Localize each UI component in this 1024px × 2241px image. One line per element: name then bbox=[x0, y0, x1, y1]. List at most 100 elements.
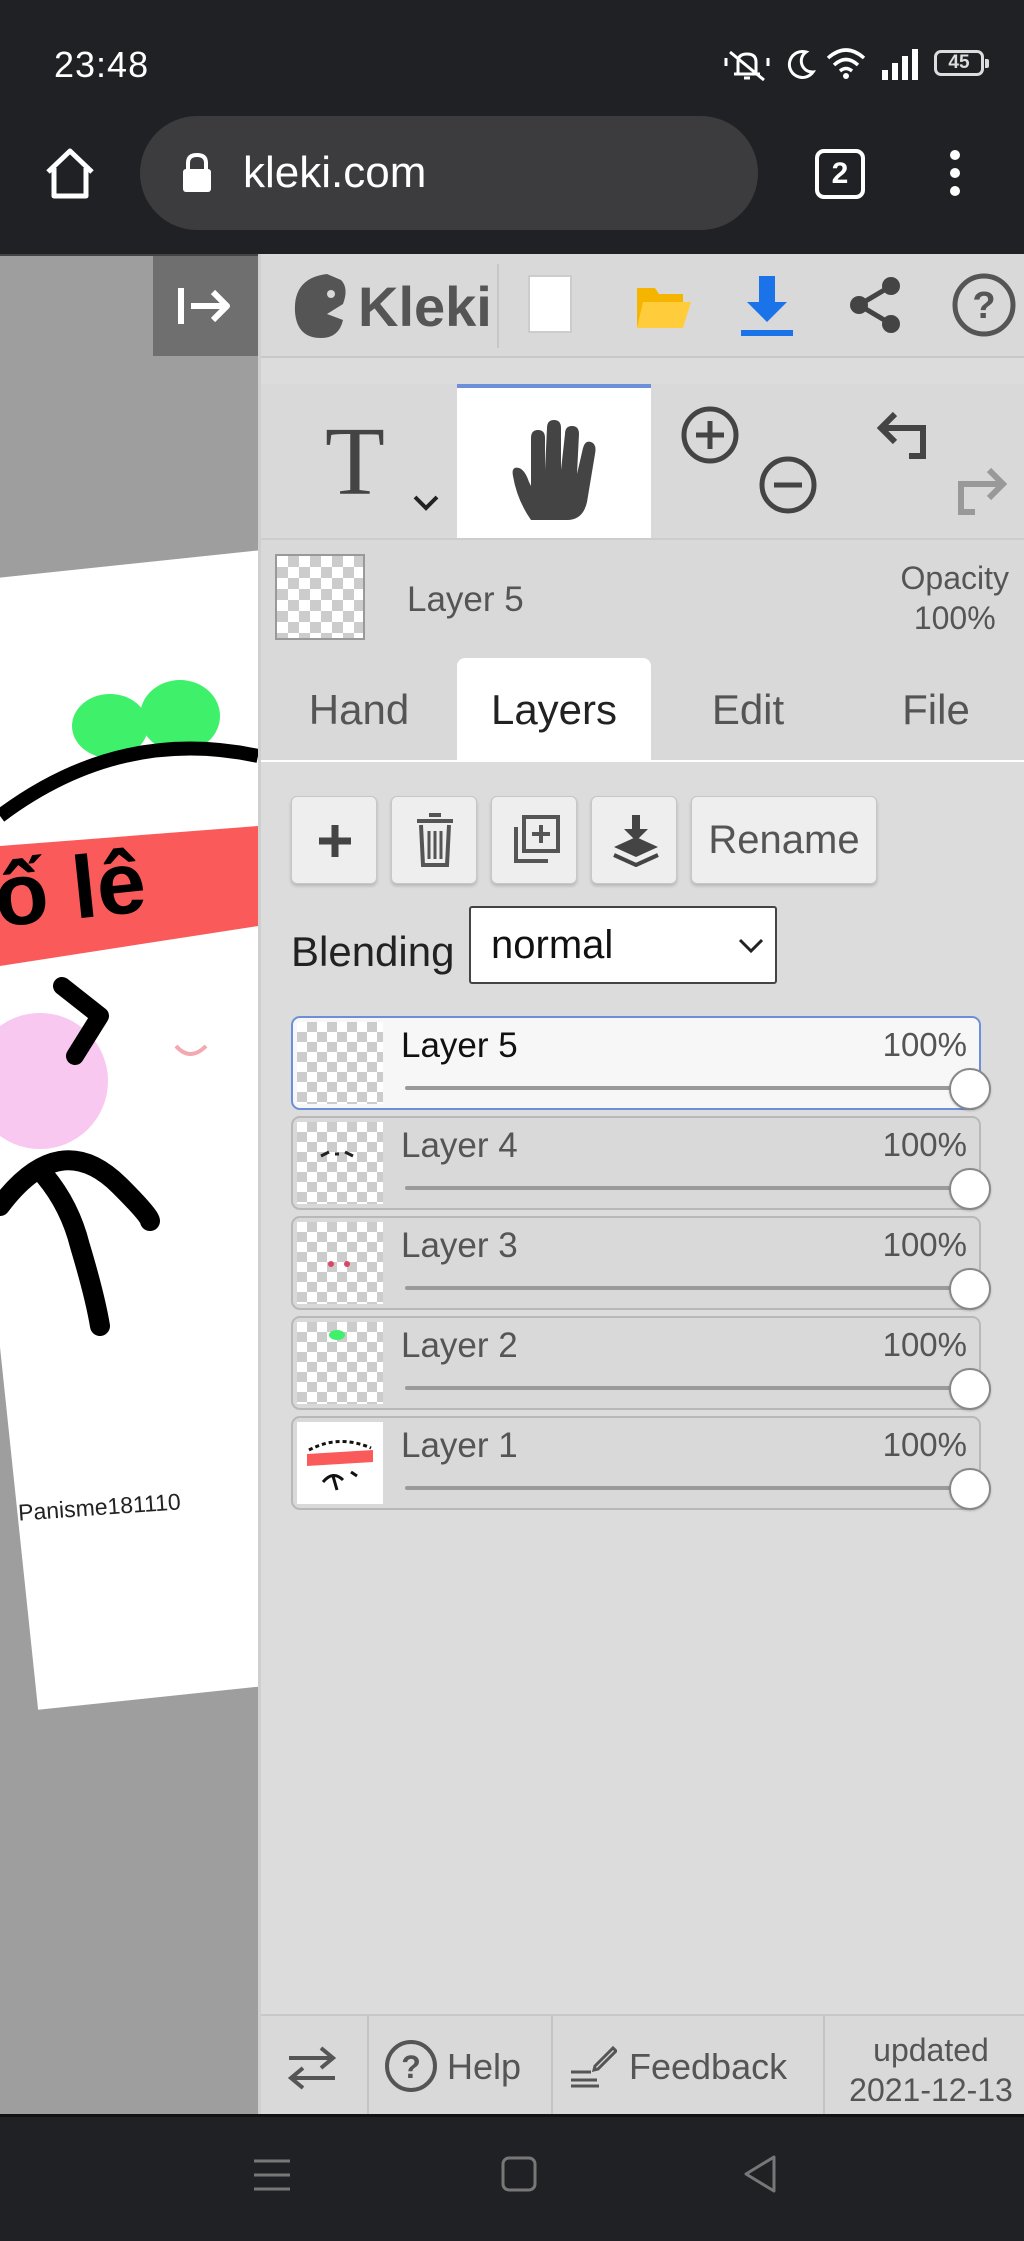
merge-down-icon bbox=[613, 815, 659, 867]
layer-opacity-knob[interactable] bbox=[949, 1368, 991, 1410]
blending-label: Blending bbox=[291, 928, 455, 975]
layer-opacity-slider[interactable] bbox=[405, 1386, 965, 1390]
tab-file[interactable]: File bbox=[845, 658, 1024, 762]
url-text[interactable]: kleki.com bbox=[243, 148, 426, 198]
active-layer-name: Layer 5 bbox=[407, 580, 524, 619]
layer-opacity: 100% bbox=[882, 1326, 967, 1363]
blending-select[interactable]: normal bbox=[469, 906, 777, 984]
drawing-canvas[interactable]: ố lê Panisme181110 bbox=[0, 254, 258, 2114]
duplicate-layer-button[interactable] bbox=[491, 796, 577, 884]
share-icon[interactable] bbox=[845, 274, 905, 336]
layer-name: Layer 2 bbox=[401, 1326, 518, 1365]
app-header: Kleki ? bbox=[261, 254, 1024, 358]
svg-text:?: ? bbox=[972, 285, 995, 327]
hand-tool-button[interactable] bbox=[457, 384, 651, 538]
undo-icon[interactable] bbox=[873, 406, 933, 466]
layer-thumbnail-marks bbox=[328, 1261, 350, 1267]
collapse-panel-button[interactable] bbox=[153, 256, 258, 356]
download-icon[interactable] bbox=[739, 274, 795, 338]
chevron-down-icon bbox=[738, 938, 764, 954]
recents-icon[interactable] bbox=[252, 2157, 292, 2193]
opacity-value: 100% bbox=[913, 600, 996, 636]
address-bar[interactable] bbox=[140, 116, 758, 230]
kebab-menu-icon[interactable] bbox=[936, 146, 974, 202]
layer-name: Layer 4 bbox=[401, 1126, 518, 1165]
duplicate-layer-icon bbox=[514, 815, 560, 863]
back-triangle-icon[interactable] bbox=[740, 2153, 780, 2195]
delete-layer-icon bbox=[417, 813, 453, 867]
tool-panel: Kleki ? T Layer 5 Opacity 100% Hand Laye… bbox=[258, 254, 1024, 2116]
layer-row-1[interactable]: Layer 1 100% bbox=[291, 1416, 991, 1510]
layer-opacity-knob[interactable] bbox=[949, 1168, 991, 1210]
updated-info: updated 2021-12-13 bbox=[841, 2030, 1021, 2110]
layer-row-5[interactable]: Layer 5 100% bbox=[291, 1016, 991, 1110]
layer-opacity-knob[interactable] bbox=[949, 1468, 991, 1510]
layer-thumbnail-marks bbox=[329, 1330, 345, 1340]
wifi-icon bbox=[826, 48, 866, 79]
kleki-logo-text: Kleki bbox=[358, 275, 492, 338]
tab-switcher-button[interactable]: 2 bbox=[815, 149, 865, 199]
layer-thumbnail-marks bbox=[307, 1439, 373, 1491]
add-layer-button[interactable] bbox=[291, 796, 377, 884]
battery-icon: 45 bbox=[934, 50, 989, 76]
tab-edit[interactable]: Edit bbox=[651, 658, 845, 762]
new-image-icon[interactable] bbox=[527, 274, 573, 334]
redo-icon[interactable] bbox=[951, 462, 1011, 522]
lock-icon bbox=[183, 152, 211, 192]
feedback-button[interactable]: Feedback bbox=[553, 2016, 823, 2116]
tabs-row: Hand Layers Edit File bbox=[261, 658, 1024, 762]
layer-opacity-slider[interactable] bbox=[405, 1486, 965, 1490]
blending-value: normal bbox=[491, 923, 614, 967]
tab-layers[interactable]: Layers bbox=[457, 658, 651, 762]
canvas-drawing bbox=[0, 680, 258, 1336]
open-folder-icon[interactable] bbox=[633, 278, 693, 334]
layer-opacity-knob[interactable] bbox=[949, 1268, 991, 1310]
android-nav-bar bbox=[0, 2114, 1024, 2241]
merge-down-button[interactable] bbox=[591, 796, 677, 884]
active-layer-info: Layer 5 Opacity 100% bbox=[261, 538, 1024, 658]
pen-icon bbox=[571, 2045, 617, 2088]
zoom-in-icon[interactable] bbox=[679, 404, 741, 466]
help-icon[interactable]: ? bbox=[951, 272, 1017, 338]
feedback-label: Feedback bbox=[629, 2046, 788, 2087]
zoom-out-icon[interactable] bbox=[757, 454, 819, 516]
mute-bell-icon bbox=[724, 50, 770, 82]
layer-row-3[interactable]: Layer 3 100% bbox=[291, 1216, 991, 1310]
layer-thumbnail bbox=[297, 1022, 383, 1104]
tool-row: T bbox=[261, 384, 1024, 538]
hand-icon bbox=[512, 420, 596, 520]
tab-hand[interactable]: Hand bbox=[261, 658, 457, 762]
kleki-logo-icon bbox=[294, 274, 346, 338]
chevron-down-icon[interactable] bbox=[411, 492, 441, 514]
swap-sides-icon[interactable] bbox=[285, 2044, 339, 2092]
layer-row-2[interactable]: Layer 2 100% bbox=[291, 1316, 991, 1410]
layer-name: Layer 5 bbox=[401, 1026, 518, 1065]
layer-name: Layer 3 bbox=[401, 1226, 518, 1265]
help-circle-icon: ? bbox=[385, 2040, 437, 2092]
svg-text:?: ? bbox=[401, 2049, 421, 2085]
updated-date: 2021-12-13 bbox=[849, 2072, 1013, 2108]
layer-opacity: 100% bbox=[882, 1426, 967, 1463]
layers-tab-content: Rename Blending normal Layer 5 100% Laye… bbox=[261, 762, 1024, 2114]
active-layer-opacity[interactable]: Opacity 100% bbox=[901, 558, 1009, 638]
layer-opacity-slider[interactable] bbox=[405, 1086, 965, 1090]
opacity-label: Opacity bbox=[900, 560, 1009, 596]
layer-row-4[interactable]: Layer 4 100% bbox=[291, 1116, 991, 1210]
home-icon[interactable] bbox=[42, 146, 98, 202]
text-tool-glyph: T bbox=[325, 408, 385, 516]
moon-icon bbox=[787, 50, 816, 79]
status-time: 23:48 bbox=[54, 44, 150, 85]
help-button[interactable]: ? Help bbox=[369, 2016, 549, 2116]
canvas-drawing-text: ố lê bbox=[0, 831, 151, 946]
layer-opacity-slider[interactable] bbox=[405, 1186, 965, 1190]
layer-thumbnail-marks bbox=[320, 1150, 354, 1158]
text-tool-button[interactable]: T bbox=[261, 384, 457, 538]
home-square-icon[interactable] bbox=[500, 2155, 538, 2193]
delete-layer-button[interactable] bbox=[391, 796, 477, 884]
layer-thumbnail bbox=[297, 1122, 383, 1204]
rename-layer-button[interactable]: Rename bbox=[691, 796, 877, 884]
layer-opacity-knob[interactable] bbox=[949, 1068, 991, 1110]
active-layer-thumbnail bbox=[275, 554, 365, 640]
status-bar: 23:48 45 bbox=[0, 0, 1024, 120]
layer-opacity-slider[interactable] bbox=[405, 1286, 965, 1290]
